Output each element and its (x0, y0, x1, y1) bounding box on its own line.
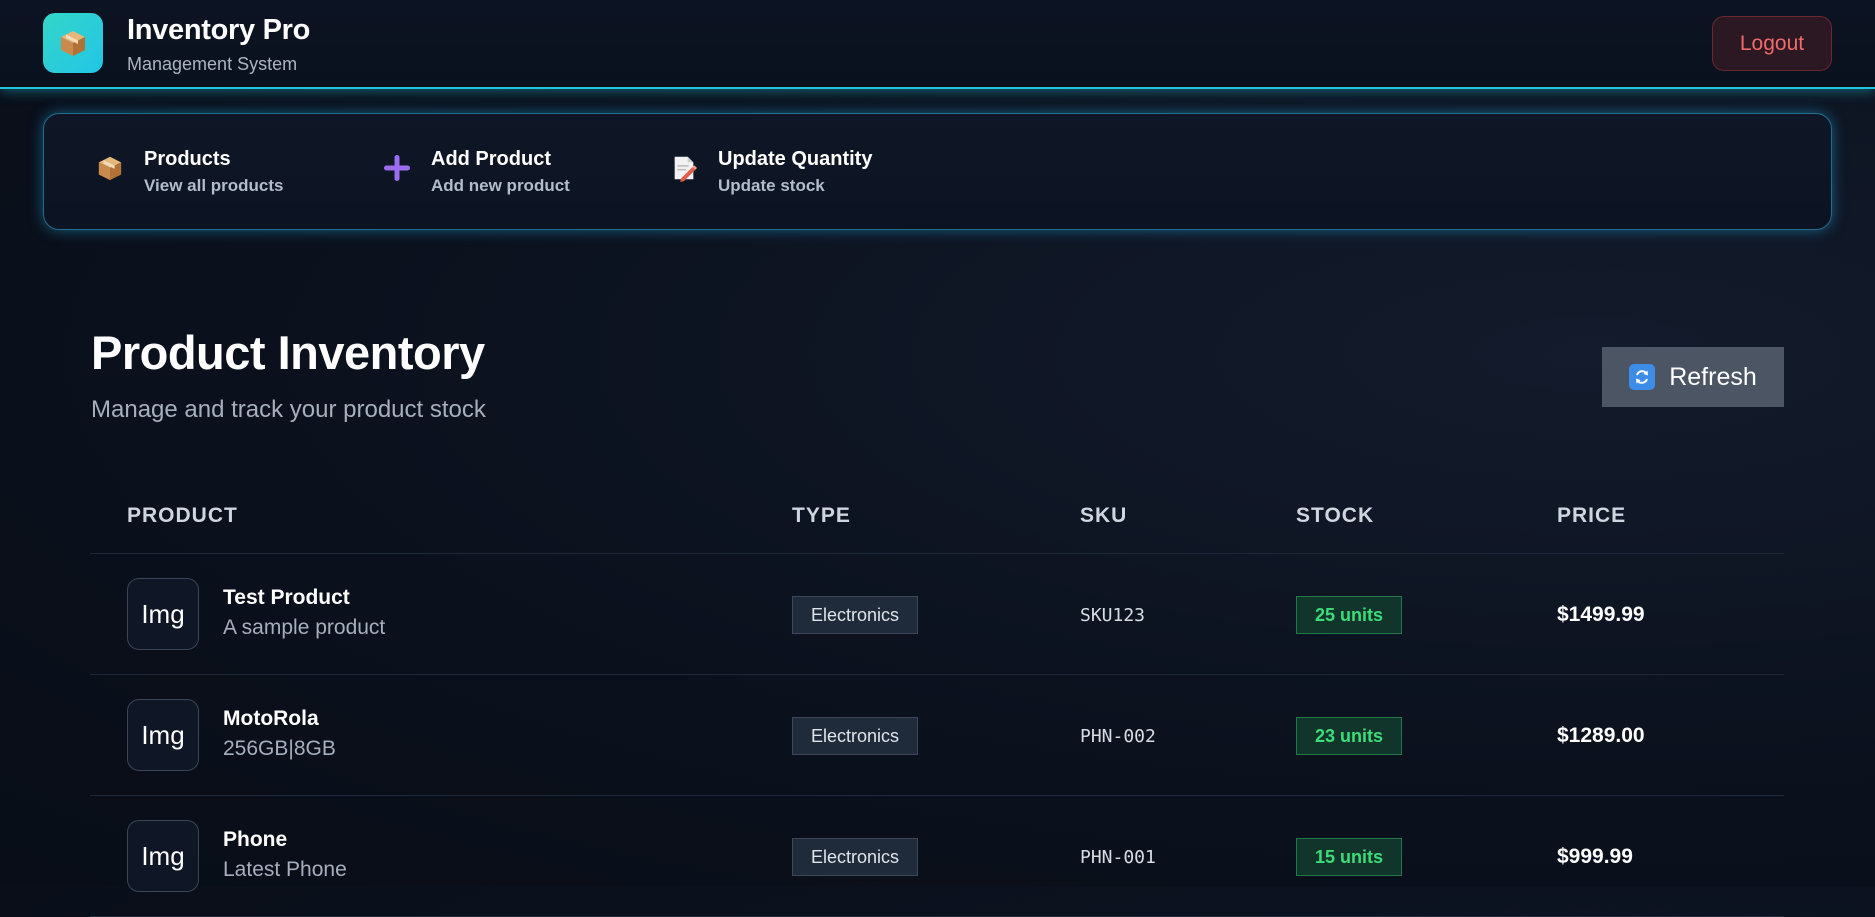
product-description: A sample product (223, 616, 386, 639)
nav-item-label: Update Quantity (718, 148, 873, 170)
app-title: Inventory Pro (127, 14, 311, 46)
table-header: PRODUCT TYPE SKU STOCK PRICE (90, 484, 1784, 554)
memo-pencil-icon (668, 152, 700, 184)
stock-badge: 25 units (1296, 596, 1403, 634)
type-badge: Electronics (792, 717, 919, 755)
column-header-type: TYPE (792, 504, 851, 527)
sku-value: SKU123 (1080, 605, 1146, 626)
price-value: $999.99 (1557, 845, 1633, 868)
nav-item-sublabel: Update stock (718, 176, 825, 195)
type-badge: Electronics (792, 596, 919, 634)
column-header-sku: SKU (1080, 504, 1128, 527)
app-logo (43, 13, 103, 73)
product-description: Latest Phone (223, 858, 347, 881)
product-description: 256GB|8GB (223, 737, 336, 760)
refresh-button[interactable]: Refresh (1602, 347, 1784, 407)
product-name: Test Product (223, 586, 350, 609)
type-badge: Electronics (792, 838, 919, 876)
product-image-placeholder: Img (127, 699, 199, 771)
product-image-placeholder: Img (127, 578, 199, 650)
column-header-stock: STOCK (1296, 504, 1375, 527)
price-value: $1499.99 (1557, 603, 1645, 626)
table-row[interactable]: Img Phone Latest Phone Electronics PHN-0… (90, 796, 1784, 917)
app-subtitle: Management System (127, 54, 298, 74)
plus-icon (381, 152, 413, 184)
column-header-price: PRICE (1557, 504, 1627, 527)
nav-item-add-product[interactable]: Add Product Add new product (381, 148, 611, 200)
stock-badge: 23 units (1296, 717, 1403, 755)
package-icon (61, 31, 85, 56)
nav-bar: Products View all products Add Product A… (43, 113, 1832, 230)
nav-item-products[interactable]: Products View all products (94, 148, 334, 200)
product-table: PRODUCT TYPE SKU STOCK PRICE Img Test Pr… (90, 484, 1784, 917)
refresh-icon (1629, 364, 1656, 390)
refresh-label: Refresh (1669, 362, 1757, 391)
table-row[interactable]: Img MotoRola 256GB|8GB Electronics PHN-0… (90, 675, 1784, 796)
column-header-product: PRODUCT (127, 504, 238, 527)
sku-value: PHN-002 (1080, 726, 1156, 747)
logout-button[interactable]: Logout (1712, 16, 1832, 71)
app-header: Inventory Pro Management System Logout (0, 0, 1875, 89)
product-image-placeholder: Img (127, 820, 199, 892)
table-row[interactable]: Img Test Product A sample product Electr… (90, 554, 1784, 675)
page-subtitle: Manage and track your product stock (91, 396, 486, 423)
nav-item-label: Add Product (431, 148, 551, 170)
page-title: Product Inventory (91, 326, 485, 379)
stock-badge: 15 units (1296, 838, 1403, 876)
product-name: MotoRola (223, 707, 319, 730)
sku-value: PHN-001 (1080, 847, 1156, 868)
nav-item-label: Products (144, 148, 231, 170)
nav-item-update-quantity[interactable]: Update Quantity Update stock (668, 148, 908, 200)
price-value: $1289.00 (1557, 724, 1645, 747)
product-name: Phone (223, 828, 288, 851)
nav-item-sublabel: View all products (144, 176, 284, 195)
nav-item-sublabel: Add new product (431, 176, 570, 195)
package-icon (94, 152, 126, 184)
